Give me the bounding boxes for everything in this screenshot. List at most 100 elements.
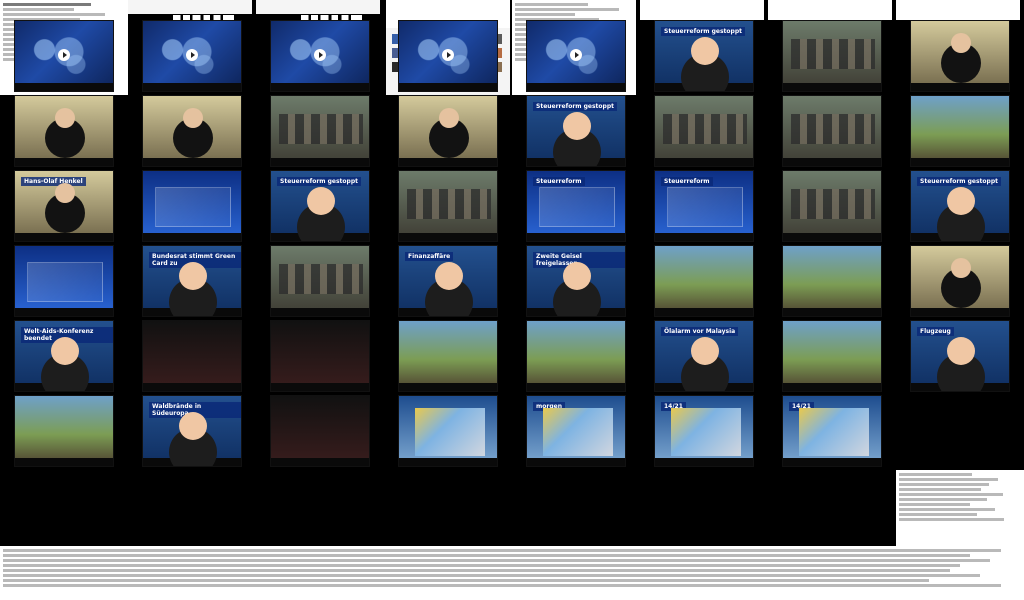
- play-icon: [58, 48, 70, 61]
- video-thumbnail[interactable]: morgen: [526, 395, 626, 467]
- video-thumbnail[interactable]: [782, 170, 882, 242]
- thumbnail-status-bar: [783, 308, 881, 316]
- video-thumbnail[interactable]: [398, 320, 498, 392]
- thumbnail-status-bar: [15, 83, 113, 91]
- video-thumbnail[interactable]: [270, 95, 370, 167]
- video-thumbnail[interactable]: [910, 245, 1010, 317]
- video-thumbnail[interactable]: [398, 170, 498, 242]
- video-thumbnail[interactable]: [14, 95, 114, 167]
- video-thumbnail[interactable]: Finanzaffäre: [398, 245, 498, 317]
- video-thumbnail[interactable]: Steuerreform gestoppt: [526, 95, 626, 167]
- video-thumbnail[interactable]: Ölalarm vor Malaysia: [654, 320, 754, 392]
- thumbnail-label: Ölalarm vor Malaysia: [661, 327, 739, 336]
- thumbnail-status-bar: [655, 83, 753, 91]
- thumbnail-label: morgen: [533, 402, 565, 411]
- thumbnail-status-bar: [911, 158, 1009, 166]
- video-thumbnail[interactable]: [14, 395, 114, 467]
- thumbnail-status-bar: [271, 83, 369, 91]
- video-thumbnail[interactable]: [142, 170, 242, 242]
- video-thumbnail[interactable]: Steuerreform gestoppt: [910, 170, 1010, 242]
- thumbnail-status-bar: [527, 308, 625, 316]
- video-thumbnail[interactable]: Flugzeug: [910, 320, 1010, 392]
- video-thumbnail[interactable]: [526, 320, 626, 392]
- thumbnail-label: Steuerreform gestoppt: [917, 177, 1002, 186]
- thumbnail-status-bar: [399, 308, 497, 316]
- video-thumbnail[interactable]: [398, 95, 498, 167]
- thumbnail-status-bar: [527, 83, 625, 91]
- video-thumbnail[interactable]: Steuerreform gestoppt: [654, 20, 754, 92]
- video-thumbnail[interactable]: [142, 20, 242, 92]
- top-mid-title-1: [128, 0, 252, 14]
- video-thumbnail[interactable]: [398, 395, 498, 467]
- video-thumbnail[interactable]: [782, 245, 882, 317]
- video-thumbnail[interactable]: [142, 95, 242, 167]
- video-thumbnail[interactable]: Steuerreform: [654, 170, 754, 242]
- thumbnail-status-bar: [783, 83, 881, 91]
- video-thumbnail[interactable]: [526, 20, 626, 92]
- video-thumbnail[interactable]: [910, 95, 1010, 167]
- thumbnail-label: Hans-Olaf Henkel: [21, 177, 86, 186]
- thumbnail-status-bar: [143, 83, 241, 91]
- bottom-text-lines: [3, 549, 1021, 597]
- video-thumbnail[interactable]: [270, 395, 370, 467]
- video-thumbnail[interactable]: [654, 245, 754, 317]
- video-thumbnail[interactable]: [398, 20, 498, 92]
- thumbnail-status-bar: [399, 158, 497, 166]
- top-right-text-panel-4: [896, 0, 1020, 20]
- video-thumbnail[interactable]: [654, 95, 754, 167]
- play-icon: [570, 48, 582, 61]
- thumbnail-status-bar: [143, 233, 241, 241]
- video-thumbnail[interactable]: Steuerreform gestoppt: [270, 170, 370, 242]
- bottom-text-panel: [0, 546, 1024, 600]
- thumbnail-label: Steuerreform gestoppt: [661, 27, 746, 36]
- thumbnail-status-bar: [271, 458, 369, 466]
- thumbnail-status-bar: [15, 383, 113, 391]
- thumbnail-label: 14/21: [789, 402, 814, 411]
- thumbnail-status-bar: [143, 308, 241, 316]
- video-thumbnail[interactable]: [782, 95, 882, 167]
- thumbnail-status-bar: [399, 83, 497, 91]
- thumbnail-status-bar: [655, 308, 753, 316]
- thumbnail-status-bar: [271, 308, 369, 316]
- video-thumbnail[interactable]: 14/21: [654, 395, 754, 467]
- thumbnail-label: Flugzeug: [917, 327, 954, 336]
- video-thumbnail[interactable]: [270, 320, 370, 392]
- top-mid-title-2: [256, 0, 380, 14]
- video-thumbnail[interactable]: Waldbrände in Südeuropa: [142, 395, 242, 467]
- thumbnail-status-bar: [655, 158, 753, 166]
- play-icon: [314, 48, 326, 61]
- thumbnail-status-bar: [911, 383, 1009, 391]
- video-thumbnail[interactable]: [14, 245, 114, 317]
- thumbnail-label: Welt-Aids-Konferenz beendet: [21, 327, 113, 343]
- thumbnail-status-bar: [271, 233, 369, 241]
- thumbnail-status-bar: [783, 233, 881, 241]
- video-thumbnail[interactable]: [910, 20, 1010, 92]
- thumbnail-status-bar: [15, 158, 113, 166]
- thumbnail-status-bar: [527, 158, 625, 166]
- video-thumbnail[interactable]: Welt-Aids-Konferenz beendet: [14, 320, 114, 392]
- video-thumbnail[interactable]: Bundesrat stimmt Green Card zu: [142, 245, 242, 317]
- top-right-text-panel-2: [640, 0, 764, 20]
- video-thumbnail[interactable]: Hans-Olaf Henkel: [14, 170, 114, 242]
- video-thumbnail[interactable]: [782, 20, 882, 92]
- video-thumbnail[interactable]: Steuerreform: [526, 170, 626, 242]
- video-thumbnail[interactable]: [142, 320, 242, 392]
- thumbnail-label: Finanzaffäre: [405, 252, 454, 261]
- thumbnail-status-bar: [783, 458, 881, 466]
- video-thumbnail[interactable]: 14/21: [782, 395, 882, 467]
- thumbnail-status-bar: [655, 233, 753, 241]
- right-bottom-text-lines: [899, 473, 1021, 543]
- thumbnail-status-bar: [399, 458, 497, 466]
- thumbnail-label: Zweite Geisel freigelassen: [533, 252, 625, 268]
- thumbnail-status-bar: [143, 158, 241, 166]
- thumbnail-status-bar: [911, 308, 1009, 316]
- video-thumbnail[interactable]: [782, 320, 882, 392]
- video-thumbnail[interactable]: [270, 245, 370, 317]
- thumbnail-status-bar: [527, 458, 625, 466]
- video-thumbnail[interactable]: [270, 20, 370, 92]
- thumbnail-status-bar: [399, 383, 497, 391]
- video-thumbnail[interactable]: Zweite Geisel freigelassen: [526, 245, 626, 317]
- thumbnail-status-bar: [143, 458, 241, 466]
- video-thumbnail[interactable]: [14, 20, 114, 92]
- thumbnail-label: Waldbrände in Südeuropa: [149, 402, 241, 418]
